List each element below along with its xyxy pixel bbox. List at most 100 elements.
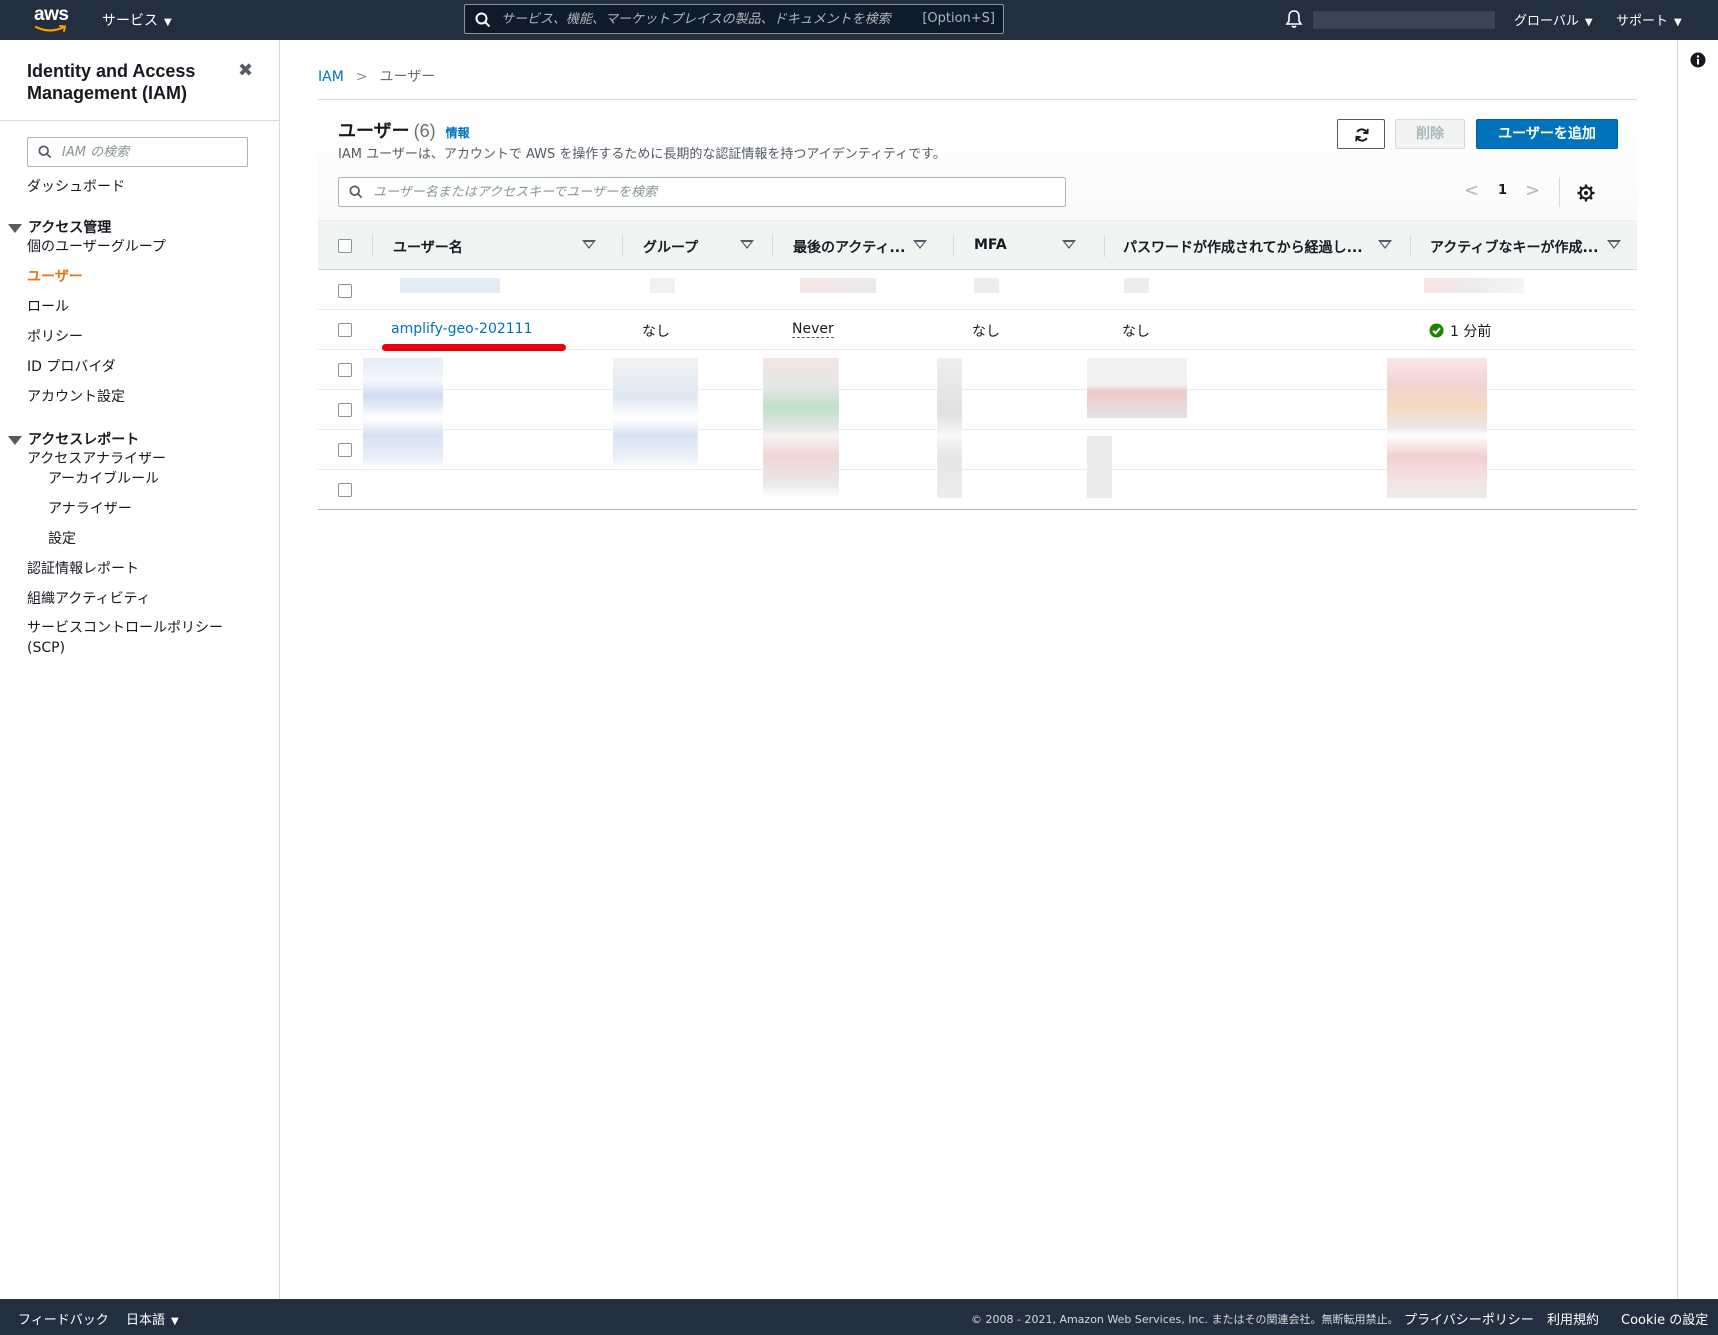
main-content: IAM > ユーザー ユーザー (6) 情報 IAM ユーザーは、アカウントで AWS … bbox=[281, 40, 1677, 1299]
terms-link[interactable]: 利用規約 bbox=[1547, 1309, 1599, 1328]
sidebar-item-credential-report[interactable]: 認証情報レポート bbox=[27, 558, 139, 578]
column-divider bbox=[622, 235, 623, 257]
sort-icon[interactable] bbox=[1607, 240, 1621, 249]
global-search-input[interactable] bbox=[501, 9, 961, 29]
sidebar-item-archive-rules[interactable]: アーカイブルール bbox=[48, 468, 159, 488]
sidebar-item-dashboard[interactable]: ダッシュボード bbox=[27, 176, 125, 196]
column-divider bbox=[1104, 235, 1105, 257]
copyright: © 2008 - 2021, Amazon Web Services, Inc.… bbox=[971, 1313, 1399, 1326]
aws-smile-icon bbox=[34, 25, 67, 32]
sidebar-item-organization-activity[interactable]: 組織アクティビティ bbox=[27, 588, 151, 608]
table-description: IAM ユーザーは、アカウントで AWS を操作するために長期的な認証情報を持つ… bbox=[338, 147, 946, 162]
row-checkbox[interactable] bbox=[338, 483, 352, 497]
breadcrumb-current: ユーザー bbox=[379, 69, 436, 85]
column-divider bbox=[953, 235, 954, 257]
sidebar-divider bbox=[0, 120, 279, 121]
redacted-password-age bbox=[1124, 278, 1149, 293]
aws-logo[interactable]: aws bbox=[34, 5, 70, 34]
row-checkbox[interactable] bbox=[338, 363, 352, 377]
info-icon[interactable] bbox=[1690, 52, 1706, 68]
row-checkbox[interactable] bbox=[338, 323, 352, 337]
sort-icon[interactable] bbox=[740, 240, 754, 249]
breadcrumb: IAM > ユーザー bbox=[318, 66, 435, 86]
user-search-input[interactable] bbox=[373, 183, 1053, 201]
help-panel-rail bbox=[1677, 40, 1718, 1299]
redacted-groups bbox=[613, 358, 698, 468]
top-navigation: aws サービス ▼ [Option+S] グローバル ▼ サポート ▼ bbox=[0, 0, 1718, 40]
support-label: サポート bbox=[1616, 14, 1669, 29]
chevron-left-icon[interactable]: < bbox=[1464, 180, 1479, 201]
user-active-key-age: 1 分前 bbox=[1429, 321, 1491, 341]
sidebar-section-access-reports[interactable]: アクセスレポート bbox=[8, 429, 139, 449]
sort-icon[interactable] bbox=[1062, 240, 1076, 249]
column-divider bbox=[372, 235, 373, 257]
services-menu[interactable]: サービス ▼ bbox=[102, 10, 172, 30]
bell-icon[interactable] bbox=[1285, 9, 1303, 29]
services-label: サービス bbox=[102, 13, 158, 29]
chevron-down-icon: ▼ bbox=[171, 1316, 179, 1327]
sidebar-item-users[interactable]: ユーザー bbox=[27, 266, 83, 286]
row-checkbox[interactable] bbox=[338, 403, 352, 417]
region-label: グローバル bbox=[1514, 14, 1579, 29]
redacted-key-age bbox=[1424, 278, 1524, 293]
column-header-mfa[interactable]: MFA bbox=[974, 237, 1007, 253]
chevron-down-icon: ▼ bbox=[164, 17, 172, 28]
page-title: ユーザー (6) 情報 bbox=[338, 117, 470, 143]
users-table-header: ユーザー (6) 情報 IAM ユーザーは、アカウントで AWS を操作するために長… bbox=[318, 100, 1637, 220]
page-number[interactable]: 1 bbox=[1498, 183, 1507, 198]
user-search[interactable] bbox=[338, 177, 1066, 207]
select-all-checkbox[interactable] bbox=[338, 239, 352, 253]
active-key-age-text: 1 分前 bbox=[1450, 324, 1492, 340]
sidebar-item-roles[interactable]: ロール bbox=[27, 296, 69, 316]
global-search[interactable]: [Option+S] bbox=[464, 4, 1004, 34]
sidebar-item-identity-providers[interactable]: ID プロバイダ bbox=[27, 356, 116, 376]
breadcrumb-iam[interactable]: IAM bbox=[318, 69, 344, 85]
row-checkbox[interactable] bbox=[338, 443, 352, 457]
chevron-right-icon[interactable]: > bbox=[1525, 180, 1540, 201]
sidebar-section-access-management[interactable]: アクセス管理 bbox=[8, 217, 111, 237]
user-last-activity[interactable]: Never bbox=[792, 321, 834, 338]
sort-icon[interactable] bbox=[582, 240, 596, 249]
column-header-user-name[interactable]: ユーザー名 bbox=[393, 237, 463, 257]
column-header-active-key-age[interactable]: アクティブなキーが作成... bbox=[1430, 237, 1598, 257]
triangle-down-icon bbox=[8, 435, 22, 445]
account-menu-redacted[interactable] bbox=[1313, 11, 1495, 29]
search-icon bbox=[475, 12, 491, 28]
column-header-last-activity[interactable]: 最後のアクティ... bbox=[793, 237, 905, 257]
column-header-groups[interactable]: グループ bbox=[643, 237, 698, 257]
sidebar-item-scp[interactable]: サービスコントロールポリシー (SCP) bbox=[27, 618, 237, 658]
sidebar-search[interactable] bbox=[27, 137, 248, 167]
chevron-right-icon: > bbox=[355, 69, 368, 85]
gear-icon[interactable] bbox=[1577, 184, 1595, 202]
table-row-redacted[interactable] bbox=[318, 270, 1637, 310]
support-menu[interactable]: サポート ▼ bbox=[1616, 10, 1682, 29]
sidebar-title[interactable]: Identity and Access Management (IAM) bbox=[27, 60, 227, 104]
column-header-password-age[interactable]: パスワードが作成されてから経過し... bbox=[1123, 237, 1363, 257]
add-user-button[interactable]: ユーザーを追加 bbox=[1476, 119, 1618, 149]
sidebar-item-account-settings[interactable]: アカウント設定 bbox=[27, 386, 125, 406]
sidebar: Identity and Access Management (IAM) ✖ ダ… bbox=[0, 40, 280, 1299]
info-link[interactable]: 情報 bbox=[446, 126, 470, 140]
redacted-mfa bbox=[974, 278, 999, 293]
sidebar-search-input[interactable] bbox=[62, 143, 242, 161]
sidebar-item-policies[interactable]: ポリシー bbox=[27, 326, 83, 346]
redacted-password-ages bbox=[1087, 358, 1187, 418]
sidebar-item-analyzer-settings[interactable]: 設定 bbox=[48, 528, 76, 548]
sidebar-item-access-analyzer[interactable]: アクセスアナライザー bbox=[27, 448, 166, 468]
refresh-button[interactable] bbox=[1337, 119, 1385, 149]
language-selector[interactable]: 日本語 ▼ bbox=[126, 1309, 179, 1328]
sort-icon[interactable] bbox=[913, 240, 927, 249]
region-menu[interactable]: グローバル ▼ bbox=[1514, 10, 1593, 29]
feedback-link[interactable]: フィードバック bbox=[18, 1309, 109, 1328]
triangle-down-icon bbox=[8, 223, 22, 233]
close-icon[interactable]: ✖ bbox=[238, 60, 253, 81]
privacy-policy-link[interactable]: プライバシーポリシー bbox=[1404, 1309, 1534, 1328]
column-divider bbox=[772, 235, 773, 257]
user-name-link[interactable]: amplify-geo-202111 bbox=[391, 321, 532, 337]
row-checkbox[interactable] bbox=[338, 284, 352, 298]
cookie-settings-link[interactable]: Cookie の設定 bbox=[1621, 1309, 1708, 1328]
sidebar-item-analyzers[interactable]: アナライザー bbox=[48, 498, 132, 518]
delete-button[interactable]: 削除 bbox=[1395, 119, 1465, 149]
sidebar-item-user-groups[interactable]: 個のユーザーグループ bbox=[27, 236, 166, 256]
sort-icon[interactable] bbox=[1378, 240, 1392, 249]
